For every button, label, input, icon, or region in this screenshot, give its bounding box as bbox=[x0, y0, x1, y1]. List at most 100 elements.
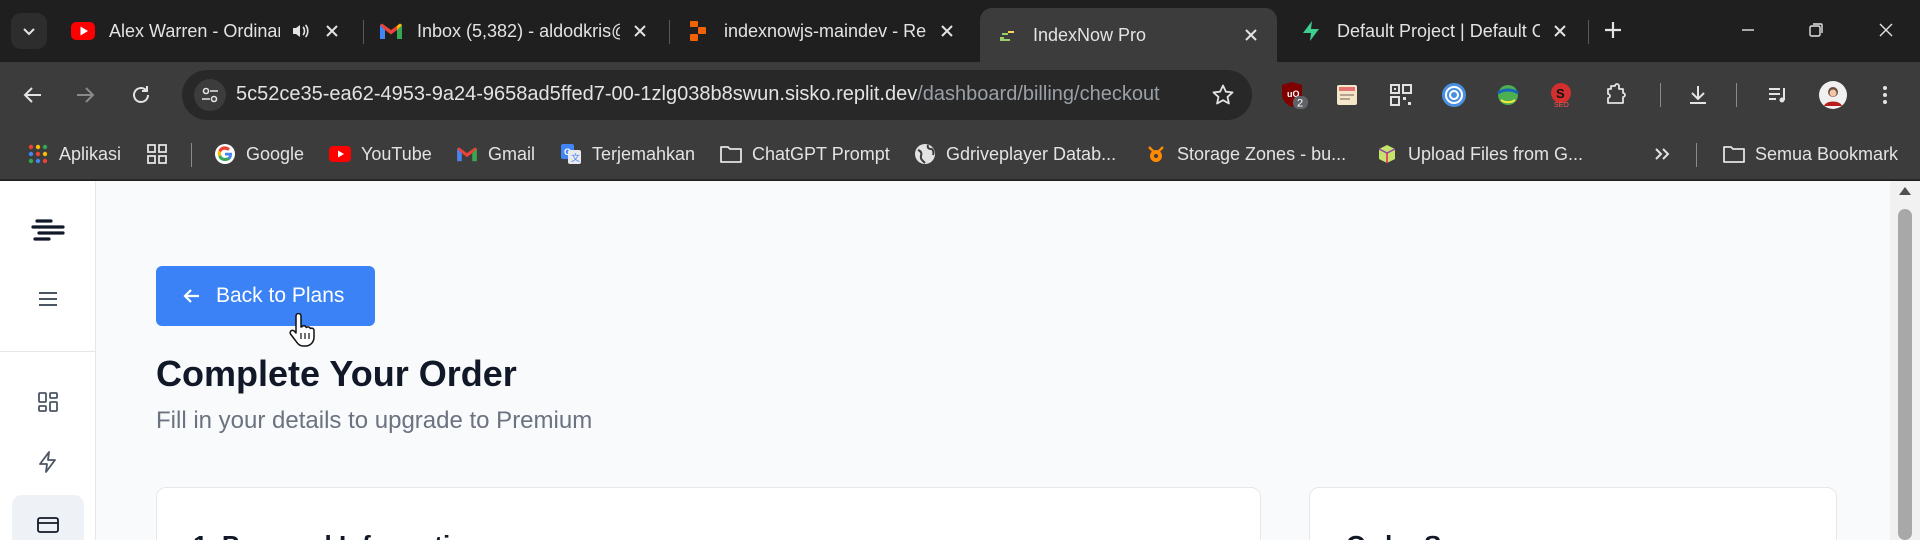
svg-text:文: 文 bbox=[571, 152, 580, 163]
sidebar-item-dashboard[interactable] bbox=[28, 382, 68, 422]
ublock-extension-icon[interactable]: uO 2 bbox=[1277, 78, 1311, 112]
back-to-plans-label: Back to Plans bbox=[216, 284, 345, 307]
close-tab-icon[interactable] bbox=[628, 19, 652, 43]
arrow-left-icon bbox=[182, 286, 202, 306]
qr-code-extension-icon[interactable] bbox=[1384, 78, 1418, 112]
plus-icon bbox=[1605, 22, 1621, 38]
sidebar-item-billing[interactable] bbox=[28, 505, 68, 540]
site-info-icon[interactable] bbox=[194, 79, 226, 111]
bookmark-label: Aplikasi bbox=[59, 143, 122, 164]
app-logo[interactable] bbox=[28, 211, 68, 251]
close-tab-icon[interactable] bbox=[935, 19, 959, 43]
download-icon[interactable] bbox=[1681, 78, 1715, 112]
toolbar-divider bbox=[1736, 83, 1737, 107]
bookmark-youtube[interactable]: YouTube bbox=[329, 140, 432, 168]
box-icon bbox=[1376, 143, 1398, 165]
bunny-icon bbox=[1145, 143, 1167, 165]
media-control-icon[interactable] bbox=[1761, 78, 1795, 112]
bookmark-google[interactable]: Google bbox=[214, 140, 304, 168]
bookmarks-bar: Aplikasi Google YouTube Gmail G文 Terjema… bbox=[0, 128, 1920, 180]
globe-icon bbox=[914, 143, 936, 165]
ublock-badge-count: 2 bbox=[1297, 98, 1303, 110]
tab-title: Default Project | Default Org bbox=[1337, 20, 1540, 41]
google-icon bbox=[214, 143, 236, 165]
bookmark-apps[interactable]: Aplikasi bbox=[27, 140, 121, 168]
bookmark-translate[interactable]: G文 Terjemahkan bbox=[560, 140, 695, 168]
bookmark-label: Terjemahkan bbox=[592, 143, 696, 164]
speaker-icon[interactable] bbox=[288, 19, 312, 43]
order-summary-card: Order Summary bbox=[1309, 487, 1837, 540]
translate-icon: G文 bbox=[560, 143, 582, 165]
forward-button[interactable] bbox=[69, 79, 101, 111]
page-scrollbar[interactable] bbox=[1890, 181, 1920, 540]
svg-text:SEO: SEO bbox=[1554, 102, 1569, 108]
close-window-button[interactable] bbox=[1866, 12, 1906, 48]
minimize-button[interactable] bbox=[1728, 12, 1768, 48]
profile-avatar[interactable] bbox=[1816, 78, 1850, 112]
close-tab-icon[interactable] bbox=[1548, 19, 1572, 43]
browser-toolbar: 5c52ce35-ea62-4953-9a24-9658ad5ffed7-00-… bbox=[0, 62, 1920, 128]
bookmark-storage-zones[interactable]: Storage Zones - bu... bbox=[1145, 140, 1346, 168]
indexnow-icon bbox=[995, 23, 1019, 47]
back-button[interactable] bbox=[17, 79, 49, 111]
credit-card-icon bbox=[37, 517, 59, 533]
close-tab-icon[interactable] bbox=[1239, 23, 1263, 47]
back-to-plans-button[interactable]: Back to Plans bbox=[156, 266, 375, 326]
bookmark-divider bbox=[1696, 143, 1697, 167]
tab-title: indexnowjs-maindev - Replit bbox=[724, 20, 927, 41]
address-bar[interactable]: 5c52ce35-ea62-4953-9a24-9658ad5ffed7-00-… bbox=[182, 70, 1252, 120]
url-path: /dashboard/billing/checkout bbox=[917, 83, 1160, 105]
restore-button[interactable] bbox=[1796, 12, 1836, 48]
tab-gmail[interactable]: Inbox (5,382) - aldodkris@ bbox=[364, 8, 666, 54]
chevron-double-right-icon bbox=[1651, 143, 1673, 165]
sidebar bbox=[0, 181, 96, 540]
notes-extension-icon[interactable] bbox=[1330, 78, 1364, 112]
bookmark-upload-files[interactable]: Upload Files from G... bbox=[1376, 140, 1583, 168]
page-title: Complete Your Order bbox=[156, 353, 517, 394]
tab-replit[interactable]: indexnowjs-maindev - Replit bbox=[671, 8, 973, 54]
scroll-thumb[interactable] bbox=[1898, 209, 1912, 540]
close-tab-icon[interactable] bbox=[320, 19, 344, 43]
sidebar-toggle[interactable] bbox=[28, 279, 68, 319]
url-text[interactable]: 5c52ce35-ea62-4953-9a24-9658ad5ffed7-00-… bbox=[236, 83, 1186, 106]
gmail-icon bbox=[379, 19, 403, 43]
close-icon bbox=[1879, 23, 1893, 37]
bookmark-chatgpt-prompt[interactable]: ChatGPT Prompt bbox=[720, 140, 890, 168]
gmail-icon bbox=[456, 143, 478, 165]
more-bookmarks-button[interactable] bbox=[1651, 140, 1683, 168]
bookmark-gmail[interactable]: Gmail bbox=[456, 140, 535, 168]
tab-search-button[interactable] bbox=[11, 13, 47, 49]
tab-groups-button[interactable] bbox=[146, 140, 178, 168]
minimize-icon bbox=[1742, 29, 1754, 31]
tab-strip: Alex Warren - Ordinary Inbox (5,382) - a… bbox=[0, 0, 1920, 62]
globe-extension-icon[interactable] bbox=[1491, 78, 1525, 112]
bookmark-star-icon[interactable] bbox=[1210, 82, 1236, 108]
dashboard-icon bbox=[38, 392, 58, 412]
bookmark-label: ChatGPT Prompt bbox=[752, 143, 890, 164]
sidebar-item-indexing[interactable] bbox=[28, 442, 68, 482]
tab-indexnow[interactable]: IndexNow Pro bbox=[980, 8, 1277, 62]
youtube-icon bbox=[329, 143, 351, 165]
reload-button[interactable] bbox=[125, 79, 157, 111]
extensions-puzzle-icon[interactable] bbox=[1598, 78, 1632, 112]
arrow-left-icon bbox=[23, 87, 41, 103]
arrow-right-icon bbox=[77, 87, 95, 103]
chevron-down-icon bbox=[23, 28, 35, 36]
lightning-icon bbox=[39, 451, 56, 473]
tab-supabase[interactable]: Default Project | Default Org bbox=[1284, 8, 1586, 54]
web-page: Back to Plans Complete Your Order Fill i… bbox=[0, 181, 1920, 540]
hamburger-menu-icon bbox=[39, 292, 57, 306]
menu-kebab-icon[interactable] bbox=[1868, 78, 1902, 112]
new-tab-button[interactable] bbox=[1597, 14, 1629, 46]
scroll-up-arrow-icon[interactable] bbox=[1899, 187, 1911, 195]
personal-info-card: 1. Personal Information bbox=[156, 487, 1261, 540]
tab-title: Alex Warren - Ordinary bbox=[109, 20, 280, 41]
bookmark-label: Storage Zones - bu... bbox=[1177, 143, 1347, 164]
bookmark-gdriveplayer[interactable]: Gdriveplayer Datab... bbox=[914, 140, 1116, 168]
tab-youtube[interactable]: Alex Warren - Ordinary bbox=[56, 8, 358, 54]
main-content: Back to Plans Complete Your Order Fill i… bbox=[96, 181, 1890, 540]
all-bookmarks-button[interactable]: Semua Bookmark bbox=[1723, 140, 1898, 168]
target-extension-icon[interactable] bbox=[1437, 78, 1471, 112]
seo-extension-icon[interactable]: S SEO bbox=[1544, 78, 1578, 112]
supabase-icon bbox=[1299, 19, 1323, 43]
